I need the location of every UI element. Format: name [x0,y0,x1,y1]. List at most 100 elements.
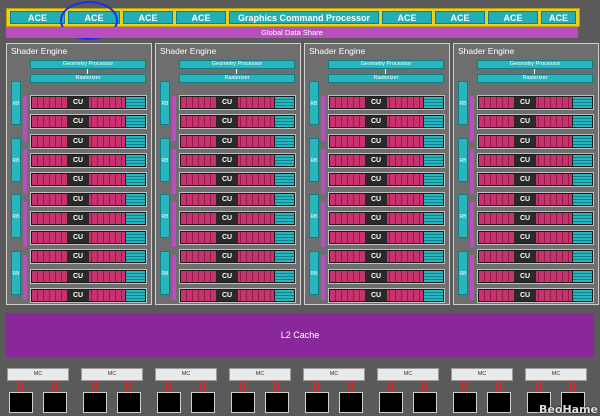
cu-label: CU [365,290,387,301]
cu-label: CU [365,271,387,282]
shader-engine-title: Shader Engine [309,46,366,56]
compute-unit: CU [477,134,594,149]
texture-cache-strip [321,149,325,194]
cu-cache [275,136,294,147]
render-backend: RB [160,251,170,295]
geometry-processor: Geometry Processor [328,60,444,69]
rasterizer: Rasterizer [179,74,295,83]
compute-unit: CU [328,230,445,245]
shader-engine: Shader Engine Geometry Processor Rasterize… [155,43,301,305]
memory-controller: MC [229,368,291,381]
cu-cache [424,290,443,301]
geometry-processor: Geometry Processor [477,60,593,69]
compute-unit: CU [179,269,296,284]
cu-label: CU [67,155,89,166]
cu-label: CU [514,194,536,205]
cu-label: CU [67,232,89,243]
global-data-share: Global Data Share [6,27,578,38]
cu-cache [126,97,145,108]
compute-unit: CU [179,95,296,110]
cu-label: CU [216,116,238,127]
cu-cache [573,136,592,147]
memory-chip [191,392,215,413]
cu-cache [573,213,592,224]
memory-chip [9,392,33,413]
cu-label: CU [514,116,536,127]
shader-engine-title: Shader Engine [458,46,515,56]
render-backend: RB [11,194,21,238]
l2-cache: L2 Cache [6,313,594,357]
compute-unit: CU [477,230,594,245]
cu-label: CU [216,290,238,301]
texture-cache-strip [172,202,176,247]
texture-cache-strip [321,255,325,300]
cu-label: CU [514,213,536,224]
cu-cache [424,116,443,127]
cu-cache [126,136,145,147]
compute-unit: CU [328,269,445,284]
cu-label: CU [514,251,536,262]
cu-cache [126,213,145,224]
compute-unit: CU [328,134,445,149]
compute-unit: CU [179,249,296,264]
compute-unit: CU [477,288,594,303]
shader-engine-title: Shader Engine [11,46,68,56]
ace-box: ACE [123,11,173,24]
cu-label: CU [216,213,238,224]
compute-unit: CU [179,230,296,245]
ace-box: ACE [176,11,226,24]
cu-label: CU [67,251,89,262]
cu-label: CU [514,136,536,147]
compute-unit: CU [179,153,296,168]
ace-box: ACE [382,11,432,24]
compute-unit: CU [179,172,296,187]
compute-unit: CU [477,114,594,129]
cu-label: CU [365,251,387,262]
compute-unit: CU [30,269,147,284]
compute-unit: CU [30,114,147,129]
cu-cache [424,232,443,243]
cu-cache [126,194,145,205]
render-backend: RB [11,251,21,295]
texture-cache-strip [470,202,474,247]
geometry-processor: Geometry Processor [179,60,295,69]
render-backend: RB [11,81,21,125]
memory-chip [231,392,255,413]
render-backend: RB [160,81,170,125]
cu-cache [424,271,443,282]
cu-label: CU [365,194,387,205]
compute-unit: CU [30,134,147,149]
render-backend: RB [458,138,468,182]
cu-cache [275,271,294,282]
cu-label: CU [67,174,89,185]
texture-cache-strip [172,149,176,194]
geometry-processor: Geometry Processor [30,60,146,69]
memory-chip [453,392,477,413]
cu-cache [275,213,294,224]
cu-label: CU [365,174,387,185]
shader-engine: Shader Engine Geometry Processor Rasterize… [453,43,599,305]
texture-cache-strip [470,96,474,141]
compute-unit: CU [328,211,445,226]
cu-cache [275,290,294,301]
cu-cache [424,136,443,147]
compute-unit: CU [179,288,296,303]
cu-cache [126,174,145,185]
render-backend: RB [309,194,319,238]
memory-chip [305,392,329,413]
cu-label: CU [365,116,387,127]
cu-cache [573,251,592,262]
cu-cache [573,116,592,127]
cu-cache [424,155,443,166]
render-backend: RB [309,81,319,125]
texture-cache-strip [23,255,27,300]
memory-chip [379,392,403,413]
rasterizer: Rasterizer [477,74,593,83]
texture-cache-strip [470,255,474,300]
texture-cache-strip [172,96,176,141]
cu-label: CU [514,271,536,282]
compute-unit: CU [179,134,296,149]
render-backend: RB [11,138,21,182]
cu-label: CU [514,290,536,301]
compute-unit: CU [30,192,147,207]
